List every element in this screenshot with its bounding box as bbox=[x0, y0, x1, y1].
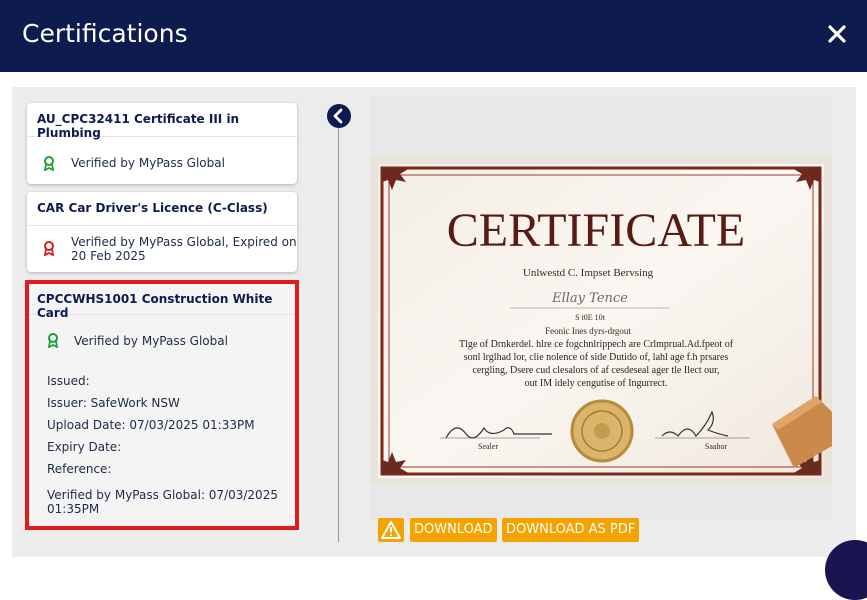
download-button[interactable]: DOWNLOAD bbox=[410, 518, 497, 542]
certificate-text: S t0E 10t bbox=[575, 313, 606, 322]
verification-text: Verified by MyPass Global, Expired on bbox=[71, 235, 297, 249]
certificate-card[interactable]: CAR Car Driver's Licence (C-Class) Verif… bbox=[27, 192, 297, 272]
certificate-title: CAR Car Driver's Licence (C-Class) bbox=[27, 192, 297, 226]
dialog-header: Certifications bbox=[0, 0, 867, 72]
verified-badge-icon bbox=[47, 333, 59, 348]
certificate-viewer: CERTIFICATE Unlwestd C. Impset Bervsing … bbox=[370, 96, 832, 520]
upload-date-field: Upload Date: 07/03/2025 01:33PM bbox=[47, 418, 255, 432]
signature-label: Sealer bbox=[478, 442, 498, 451]
verified-date-line: 01:35PM bbox=[47, 502, 100, 516]
certificate-text: sonl lrglhad lor, clie nolence of side D… bbox=[464, 352, 729, 363]
verification-status: Verified by MyPass Global bbox=[29, 333, 228, 348]
certificate-title: CPCCWHS1001 Construction White Card bbox=[29, 284, 295, 320]
verification-text: 20 Feb 2025 bbox=[71, 249, 146, 263]
certificate-title: AU_CPC32411 Certificate III in Plumbing bbox=[27, 103, 297, 140]
certificate-card[interactable]: AU_CPC32411 Certificate III in Plumbing … bbox=[27, 103, 297, 184]
download-pdf-button[interactable]: DOWNLOAD AS PDF bbox=[502, 518, 640, 542]
expired-badge-icon bbox=[43, 241, 55, 256]
signature-label: Saahor bbox=[705, 442, 728, 451]
certificate-heading: CERTIFICATE bbox=[447, 204, 745, 257]
certificate-image: CERTIFICATE Unlwestd C. Impset Bervsing … bbox=[370, 156, 832, 484]
dialog-title: Certifications bbox=[22, 19, 188, 48]
close-icon[interactable] bbox=[827, 24, 847, 44]
expiry-date-field: Expiry Date: bbox=[47, 440, 122, 454]
issuer-field: Issuer: SafeWork NSW bbox=[47, 396, 180, 410]
certificate-text: Unlwestd C. Impset Bervsing bbox=[523, 267, 654, 279]
verification-status: Verified by MyPass Global, Expired on 20… bbox=[27, 235, 297, 263]
certificate-text: out IM idely cengutise of Ingurrect. bbox=[525, 378, 668, 389]
verified-badge-icon bbox=[43, 156, 55, 171]
panel-divider bbox=[338, 128, 339, 542]
warning-button[interactable] bbox=[378, 518, 404, 542]
verification-text: Verified by MyPass Global bbox=[71, 156, 225, 170]
verified-date-field: Verified by MyPass Global: 07/03/2025 01… bbox=[47, 488, 278, 516]
verification-text: Verified by MyPass Global bbox=[74, 334, 228, 348]
verified-date-line: Verified by MyPass Global: 07/03/2025 bbox=[47, 488, 278, 502]
collapse-panel-icon[interactable] bbox=[327, 104, 351, 128]
warning-icon bbox=[381, 521, 401, 539]
verification-status: Verified by MyPass Global bbox=[27, 156, 297, 171]
certificate-signature: Ellay Tence bbox=[551, 291, 628, 306]
certificate-text: Feonic Ines dyrs-drgout bbox=[545, 326, 631, 336]
certificate-text: Tlge of Drnkerdel. hlre ce fogchnlrippec… bbox=[459, 339, 734, 350]
issued-field: Issued: bbox=[47, 374, 90, 388]
selected-certificate-card[interactable]: CPCCWHS1001 Construction White Card Veri… bbox=[25, 280, 299, 530]
reference-field: Reference: bbox=[47, 462, 112, 476]
certificate-text: cergling, Dsere cud clesalors of af cesd… bbox=[472, 365, 719, 376]
